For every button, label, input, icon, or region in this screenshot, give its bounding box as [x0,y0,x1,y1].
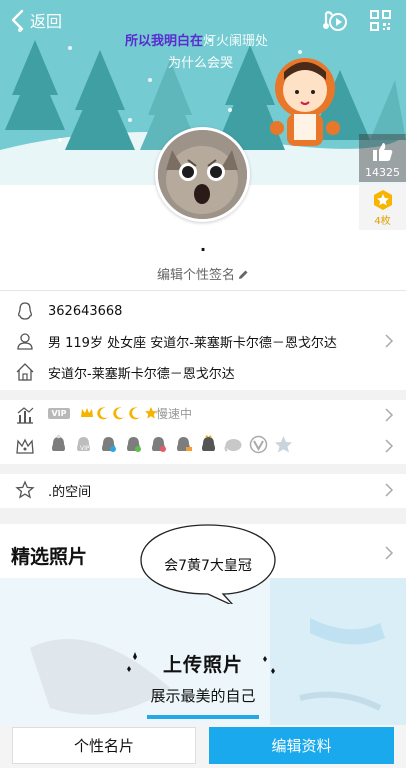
hometown: 安道尔-莱塞斯卡尔德－恩戈尔达 [48,366,235,382]
medal-star-icon [373,190,392,210]
crown-icon [81,408,93,417]
music-play-icon[interactable] [322,9,348,33]
personal-detail-row[interactable]: 男 119岁 处女座 安道尔-莱塞斯卡尔德－恩戈尔达 [0,326,406,356]
home-icon [16,363,34,381]
signature-label: 编辑个性签名 [156,268,235,283]
qzone-row[interactable]: .的空间 [0,475,406,505]
moon-icon [97,407,108,420]
vip-tag: VIP [48,408,70,419]
featured-photos-title: 精选照片 [11,546,88,568]
penguin-badge-icon [198,434,219,455]
speed-status: 慢速中 [156,407,193,421]
chevron-right-icon [385,439,394,453]
back-button[interactable]: 返回 [8,8,62,32]
medal-count: 4枚 [374,216,391,227]
chevron-right-icon[interactable] [385,546,394,560]
penguin-badge-icon: VIP [73,434,94,455]
penguin-badge-icon [123,434,144,455]
lyric-rest: 灯火阑珊处 [203,34,269,49]
edit-signature-link[interactable]: 编辑个性签名 [0,264,406,283]
hometown-row: 安道尔-莱塞斯卡尔德－恩戈尔达 [0,357,406,387]
like-count: 14325 [365,166,400,179]
vip-level-row[interactable]: VIP 慢速中 [0,403,406,427]
personal-card-button[interactable]: 个性名片 [12,727,196,764]
penguin-badge-icon [148,434,169,455]
divider [0,290,406,291]
upload-accent-bar [147,715,259,719]
cat-avatar-image [158,130,247,219]
qzone-label: .的空间 [48,484,92,500]
svg-text:VIP: VIP [80,445,90,452]
chevron-left-icon [11,9,24,31]
moon-icon [113,407,124,420]
lyric-line-2: 为什么会哭 [168,56,234,71]
lyric-highlight: 所以我明白在 [125,34,204,49]
moon-icon [129,407,140,420]
pencil-icon [239,270,248,279]
back-label: 返回 [30,12,63,31]
edit-profile-button[interactable]: 编辑资料 [209,727,394,764]
upload-photo-subtitle: 展示最美的自己 [150,687,256,705]
lyric-line-1: 所以我明白在灯火阑珊处 [125,30,268,49]
section-gap [0,464,406,474]
penguin-badge-icon [98,434,119,455]
chevron-right-icon [385,483,394,497]
star-outline-icon [15,480,35,499]
penguin-badge-icon [48,434,69,455]
penguin-icon [18,302,32,320]
chevron-right-icon [385,334,394,348]
level-chart-icon [17,407,34,424]
speech-bubble-text: 会7黄7大皇冠 [164,558,252,574]
upload-photo-title: 上传照片 [162,654,243,676]
like-button[interactable]: 14325 [359,134,406,182]
medal-button[interactable]: 4枚 [359,184,406,230]
section-gap [0,390,406,400]
qq-number: 362643668 [48,303,123,319]
bottom-action-bar: 个性名片 编辑资料 [0,725,406,768]
qr-code-icon[interactable] [370,10,391,31]
star-badge-icon [273,434,294,455]
elephant-badge-icon [223,434,244,455]
avatar[interactable] [155,127,250,222]
eskimo-character [270,58,340,146]
crown-outline-icon [16,438,34,454]
nickname: . [199,236,207,255]
user-icon [17,333,33,350]
qq-level-icons [80,406,158,420]
v-badge-icon [248,434,269,455]
thumbs-up-icon [372,143,392,161]
service-badges: VIP [48,434,294,455]
personal-detail: 男 119岁 处女座 安道尔-莱塞斯卡尔德－恩戈尔达 [48,335,337,351]
service-badges-row[interactable]: VIP [0,434,406,458]
qq-number-row: 362643668 [0,296,406,326]
penguin-badge-icon [173,434,194,455]
chevron-right-icon [385,408,394,422]
